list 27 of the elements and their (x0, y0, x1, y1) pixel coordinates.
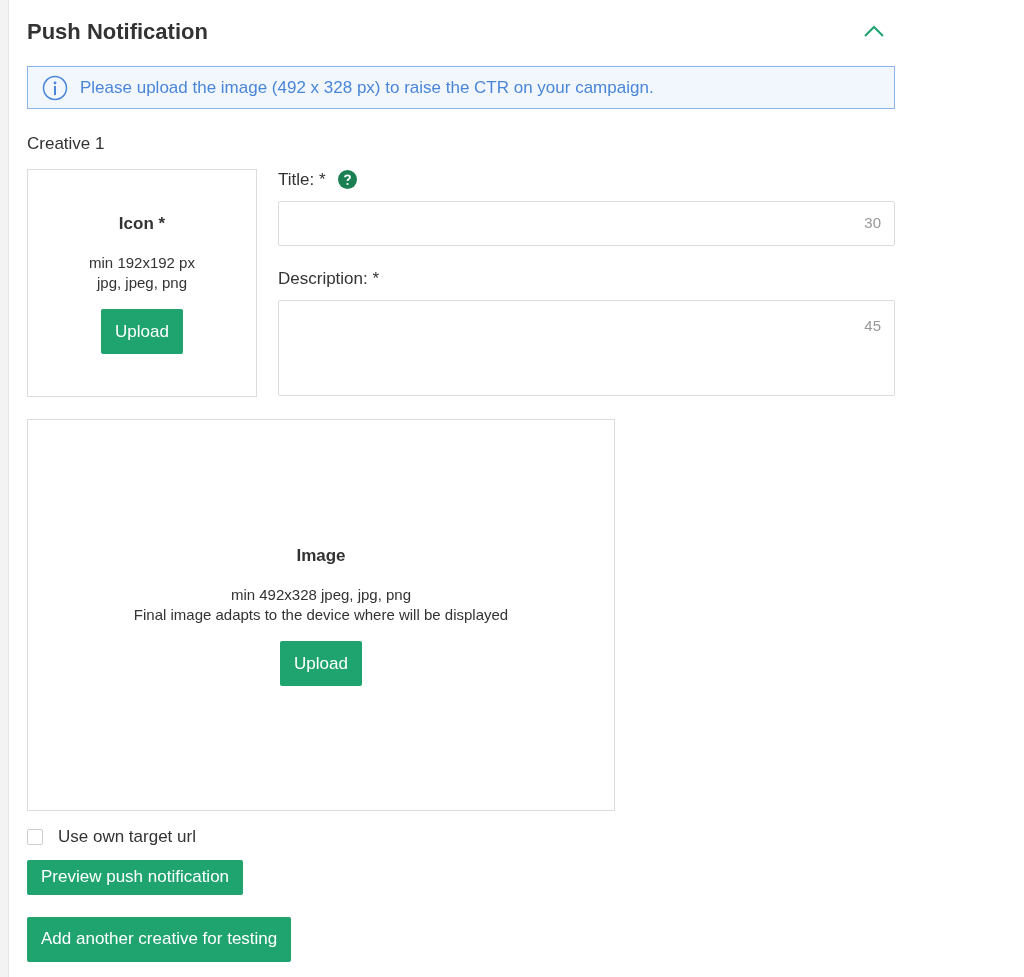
section-title: Push Notification (27, 17, 208, 46)
upload-hint: min 492x328 jpeg, jpg, png (230, 585, 412, 606)
upload-hint: jpg, jpeg, png (96, 273, 188, 294)
description-field[interactable]: 45 (278, 299, 895, 396)
help-icon[interactable] (337, 170, 357, 189)
upload-hint: min 192x192 px (89, 253, 195, 274)
collapse-toggle[interactable] (863, 24, 885, 38)
upload-hint: Final image adapts to the device where will be displayed (133, 605, 509, 626)
checkbox[interactable] (27, 828, 43, 845)
field-label: Description: * (278, 267, 380, 290)
field-label: Title: * (278, 168, 326, 191)
info-text: Please upload the image (492 x 328 px) to raise the CTR on your campaign. (80, 76, 654, 99)
character-counter: 30 (864, 212, 881, 233)
chevron-icon (863, 24, 885, 38)
info-icon (42, 74, 68, 101)
upload-title: Icon * (118, 212, 166, 235)
upload-button[interactable]: Upload (280, 641, 362, 687)
character-counter: 45 (864, 315, 881, 336)
image-upload-area[interactable]: Image min 492x328 jpeg, jpg, png Final image adapts to the device where will be displayed Upload (27, 418, 615, 811)
upload-button[interactable]: Upload (101, 309, 183, 355)
action-button[interactable]: Preview push notification (27, 859, 244, 895)
creative-label: Creative 1 (27, 133, 106, 155)
upload-title: Image (296, 544, 346, 567)
title-field[interactable]: 30 (278, 200, 895, 246)
checkbox-label: Use own target url (58, 825, 196, 848)
action-button[interactable]: Add another creative for testing (27, 916, 292, 962)
icon-upload-area[interactable]: Icon * min 192x192 px jpg, jpeg, png Upload (27, 168, 257, 397)
